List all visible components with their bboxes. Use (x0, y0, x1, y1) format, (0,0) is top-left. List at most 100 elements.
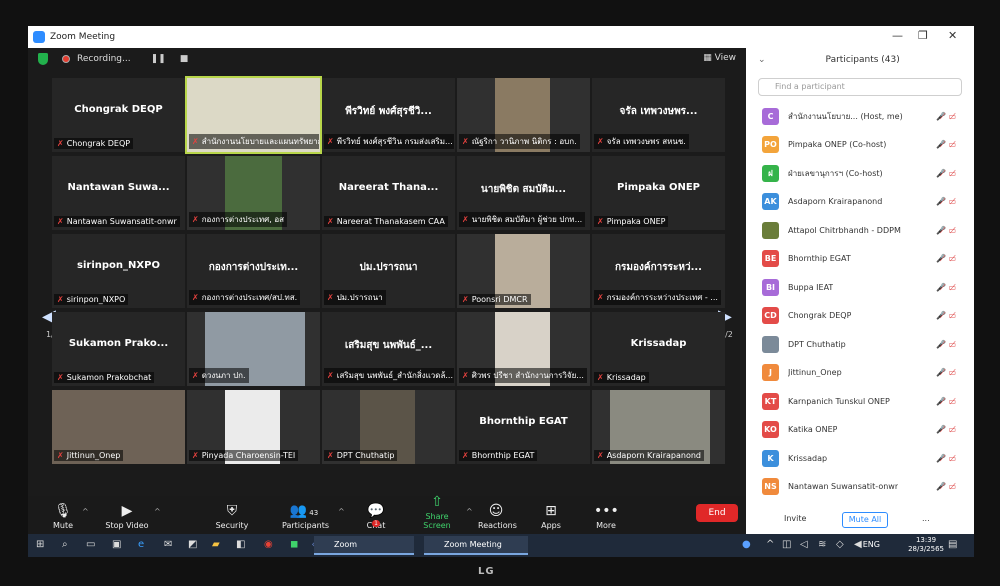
tray-dropbox-icon[interactable]: ◇ (836, 539, 844, 550)
stop-recording-icon[interactable]: ■ (180, 54, 189, 64)
tray-network-icon[interactable]: ◫ (782, 539, 791, 550)
tile-name-text: Pinyada Charoensin-TEI (201, 451, 296, 460)
stop-video-button[interactable]: ▶ Stop Video (104, 503, 150, 530)
video-tile[interactable]: Sukamon Prako... ✗ Sukamon Prakobchat (52, 312, 185, 386)
participant-row[interactable]: NS Nantawan Suwansatit-onwr 🎤̸ ▭̸ (746, 473, 974, 502)
search-icon[interactable]: ⌕ (62, 539, 68, 550)
video-tile[interactable]: นายพิชิต สมบัติม... ✗ นายพิชิต สมบัติมา ผู… (457, 156, 590, 230)
video-tile[interactable]: ✗ Asdaporn Krairapanond (592, 390, 725, 464)
participant-row[interactable]: ฝ ฝ่ายเลขานุการฯ (Co-host) 🎤̸ ▭̸ (746, 159, 974, 188)
store-icon[interactable]: ▣ (112, 539, 121, 550)
video-tile[interactable]: Pimpaka ONEP ✗ Pimpaka ONEP (592, 156, 725, 230)
video-tile[interactable]: ✗สำนักงานนโยบายและแผนทรัพยากร... (185, 76, 322, 154)
chat-button[interactable]: 💬1 Chat (364, 503, 388, 530)
security-button[interactable]: ⛨ Security (214, 503, 250, 530)
share-screen-button[interactable]: ⇧ Share Screen (412, 494, 462, 530)
video-tile[interactable]: พีรวิทย์ พงศ์สุรชีวิ... ✗ พีรวิทย์ พงศ์สุร… (322, 78, 455, 152)
tile-name-label: ✗ Nantawan Suwansatit-onwr (54, 216, 180, 227)
monitor-brand-logo: LG (478, 566, 495, 577)
video-tile[interactable]: Chongrak DEQP ✗ Chongrak DEQP (52, 78, 185, 152)
more-button[interactable]: ••• More (594, 503, 619, 530)
video-tile[interactable]: ✗ กองการต่างประเทศ, อส (187, 156, 320, 230)
video-tile[interactable]: ✗ ณัฐริกา วานิภาพ นิติกร : อบก. (457, 78, 590, 152)
video-tile[interactable]: ✗ Pinyada Charoensin-TEI (187, 390, 320, 464)
video-tile[interactable]: Nantawan Suwa... ✗ Nantawan Suwansatit-onw… (52, 156, 185, 230)
video-tile[interactable]: ปม.ปรารถนา ✗ ปม.ปรารถนา (322, 234, 455, 308)
windows-start-icon[interactable]: ⊞ (36, 539, 44, 550)
mute-all-button[interactable]: Mute All (842, 512, 888, 528)
video-tile[interactable]: ✗ ดวงนภา ปก. (187, 312, 320, 386)
participant-row[interactable]: BE Bhornthip EGAT 🎤̸ ▭̸ (746, 245, 974, 274)
participant-row[interactable]: BI Buppa IEAT 🎤̸ ▭̸ (746, 273, 974, 302)
meeting-top-strip: Recording... ❚❚ ■ ▦ View (28, 48, 746, 70)
panel-more-button[interactable]: ... (922, 514, 930, 523)
tile-display-name: Nareerat Thana... (338, 182, 439, 193)
participants-button[interactable]: 👥 43 Participants (282, 503, 329, 530)
tray-chevron-icon[interactable]: ^ (766, 539, 774, 550)
share-options-chevron-icon[interactable]: ^ (466, 507, 473, 516)
video-camera-icon: ▶ (121, 503, 133, 519)
audio-options-chevron-icon[interactable]: ^ (82, 507, 89, 516)
apps-button[interactable]: ⊞ Apps (540, 503, 562, 530)
video-tile[interactable]: Krissadap ✗ Krissadap (592, 312, 725, 386)
tile-name-label: ✗ นายพิชิต สมบัติมา ผู้ช่วย ปกท... (459, 212, 586, 227)
video-options-chevron-icon[interactable]: ^ (154, 507, 161, 516)
video-tile[interactable]: sirinpon_NXPO ✗ sirinpon_NXPO (52, 234, 185, 308)
participant-row[interactable]: C สำนักงานนโยบาย... (Host, me) 🎤̸ ▭̸ (746, 102, 974, 131)
encryption-shield-icon[interactable] (38, 53, 48, 65)
tile-name-label: ✗ ณัฐริกา วานิภาพ นิติกร : อบก. (459, 134, 580, 149)
find-participant-input[interactable]: Find a participant (758, 78, 962, 96)
reactions-button[interactable]: ☺ Reactions (478, 503, 517, 530)
participants-chevron-icon[interactable]: ^ (338, 507, 345, 516)
tray-app-icon[interactable]: ● (742, 539, 751, 550)
tray-wifi-icon[interactable]: ≋ (818, 539, 826, 550)
video-tile[interactable]: ✗ Jittinun_Onep (52, 390, 185, 464)
input-language[interactable]: ENG (863, 540, 880, 549)
tile-name-label: ✗ DPT Chuthatip (324, 450, 398, 461)
participant-row[interactable]: J Jittinun_Onep 🎤̸ ▭̸ (746, 359, 974, 388)
participant-row[interactable]: K Krissadap 🎤̸ ▭̸ (746, 444, 974, 473)
photos-icon[interactable]: ◩ (188, 539, 197, 550)
onenote-icon[interactable]: ◧ (236, 539, 245, 550)
taskbar-zoom-app[interactable]: Zoom (314, 536, 414, 555)
participant-row[interactable]: DPT Chuthatip 🎤̸ ▭̸ (746, 330, 974, 359)
mail-icon[interactable]: ✉ (164, 539, 172, 550)
participant-row[interactable]: Attapol Chitrbhandh - DDPM 🎤̸ ▭̸ (746, 216, 974, 245)
end-meeting-button[interactable]: End (696, 504, 738, 522)
video-tile[interactable]: ✗ Poonsri DMCR (457, 234, 590, 308)
tile-name-text: sirinpon_NXPO (66, 295, 126, 304)
video-tile[interactable]: Nareerat Thana... ✗ Nareerat Thanakasem CA… (322, 156, 455, 230)
video-tile[interactable]: จรัล เทพวงษพร... ✗ จรัล เทพวงษพร สหนช. (592, 78, 725, 152)
video-tile[interactable]: เสริมสุข นพพันธ์_... ✗ เสริมสุข นพพันธ์_สำ… (322, 312, 455, 386)
participant-row[interactable]: KO Katika ONEP 🎤̸ ▭̸ (746, 416, 974, 445)
video-tile[interactable]: ✗ ศิวพร ปรีชา สำนักงานการวิจัย... (457, 312, 590, 386)
restore-icon[interactable]: ❐ (918, 29, 928, 42)
participant-name: Katika ONEP (788, 425, 838, 435)
participant-row[interactable]: KT Karnpanich Tunskul ONEP 🎤̸ ▭̸ (746, 387, 974, 416)
panel-collapse-chevron-icon[interactable]: ⌄ (758, 55, 766, 65)
close-icon[interactable]: ✕ (948, 29, 957, 42)
tray-volume-icon[interactable]: ◁ (800, 539, 808, 550)
edge-icon[interactable]: e (138, 539, 144, 550)
mute-button[interactable]: 🎙 Mute (50, 503, 76, 530)
task-view-icon[interactable]: ▭ (86, 539, 95, 550)
tray-speaker-icon[interactable]: ◀ (854, 539, 862, 550)
video-tile[interactable]: Bhornthip EGAT ✗ Bhornthip EGAT (457, 390, 590, 464)
minimize-icon[interactable]: — (892, 29, 903, 42)
video-tile[interactable]: กองการต่างประเท... ✗ กองการต่างประเทศ/สป.ท… (187, 234, 320, 308)
pause-recording-icon[interactable]: ❚❚ (151, 54, 166, 64)
invite-button[interactable]: Invite (784, 514, 806, 523)
taskbar-clock[interactable]: 13:39 28/3/2565 (908, 536, 944, 554)
file-explorer-icon[interactable]: ▰ (212, 539, 220, 550)
participant-row[interactable]: PO Pimpaka ONEP (Co-host) 🎤̸ ▭̸ (746, 131, 974, 160)
line-app-icon[interactable]: ◼ (290, 539, 298, 550)
taskbar-zoom-meeting[interactable]: Zoom Meeting (424, 536, 528, 555)
participant-row[interactable]: AK Asdaporn Krairapanond 🎤̸ ▭̸ (746, 188, 974, 217)
muted-mic-icon: ✗ (327, 137, 334, 146)
view-button[interactable]: ▦ View (703, 53, 736, 63)
chrome-icon[interactable]: ◉ (264, 539, 273, 550)
video-tile[interactable]: กรมองค์การระหว่... ✗ กรมองค์การระหว่างประเ… (592, 234, 725, 308)
participant-row[interactable]: CD Chongrak DEQP 🎤̸ ▭̸ (746, 302, 974, 331)
video-tile[interactable]: ✗ DPT Chuthatip (322, 390, 455, 464)
notifications-icon[interactable]: ▤ (948, 539, 957, 550)
